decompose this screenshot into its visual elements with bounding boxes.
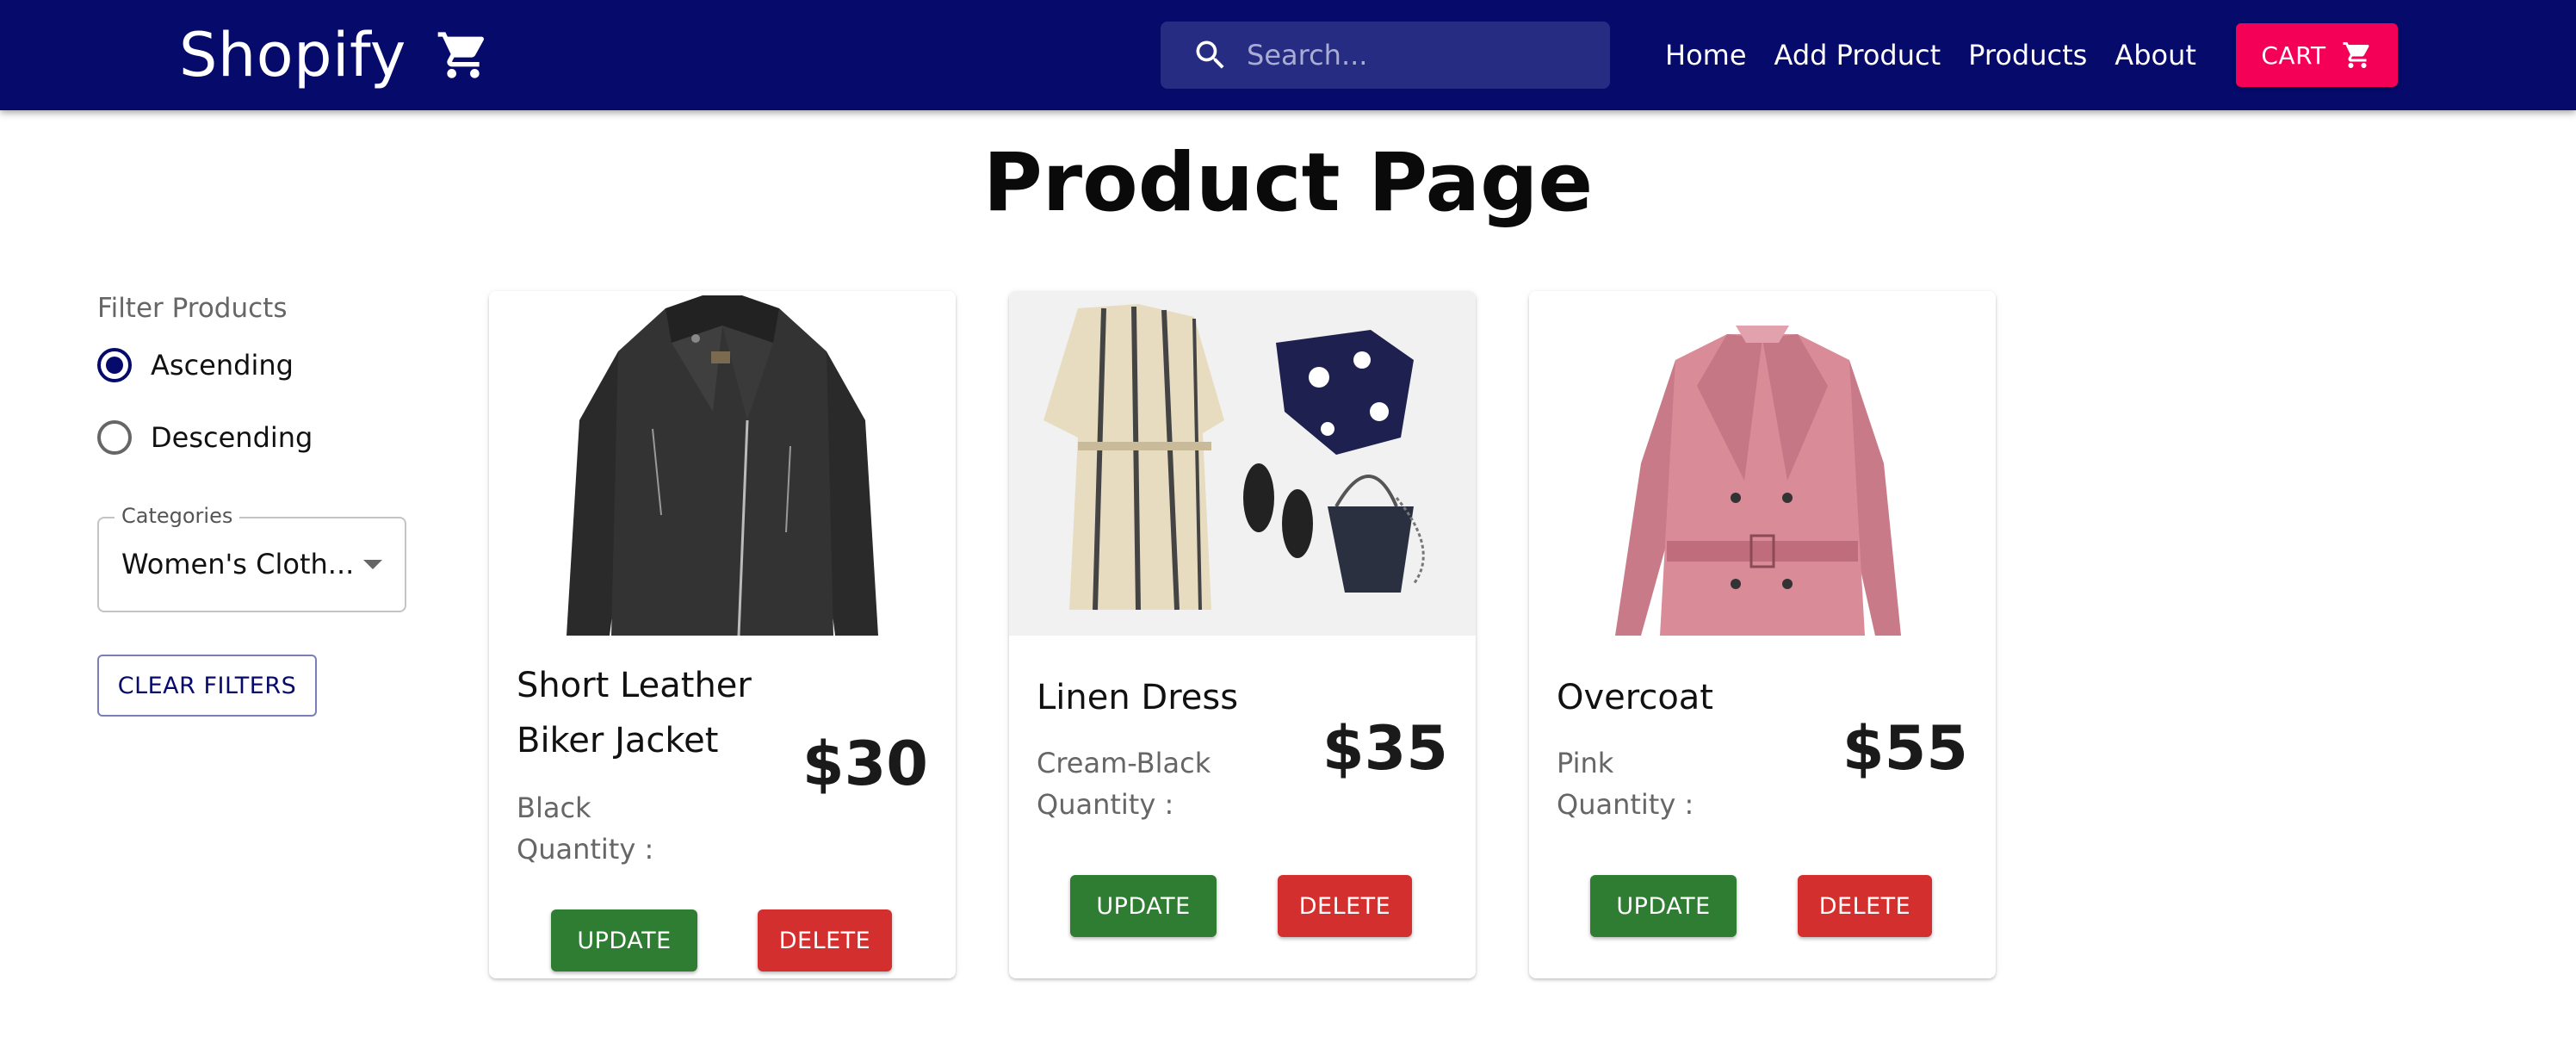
product-quantity-label: Quantity :	[1557, 788, 1694, 821]
brand-title[interactable]: Shopify	[179, 20, 406, 90]
radio-unchecked-icon[interactable]	[97, 420, 132, 455]
product-card: Linen Dress Cream-Black Quantity : $35 U…	[1009, 291, 1476, 978]
product-color: Black	[517, 791, 591, 824]
search-bar[interactable]	[1161, 22, 1610, 89]
radio-checked-icon[interactable]	[97, 348, 132, 382]
update-button[interactable]: UPDATE	[1590, 875, 1737, 937]
linen-dress-image	[1009, 291, 1476, 636]
update-button[interactable]: UPDATE	[1070, 875, 1217, 937]
nav-link-home[interactable]: Home	[1665, 39, 1747, 71]
product-card: Overcoat Pink Quantity : $55 UPDATE DELE…	[1529, 291, 1996, 978]
overcoat-image	[1529, 291, 1996, 636]
product-price: $35	[1322, 713, 1448, 784]
dropdown-arrow-icon[interactable]	[363, 560, 382, 569]
categories-label: Categories	[115, 504, 240, 528]
product-name: Overcoat	[1557, 678, 1713, 717]
radio-ascending-label: Ascending	[151, 349, 294, 382]
product-price: $30	[802, 729, 928, 799]
leather-jacket-image	[489, 291, 956, 636]
categories-select[interactable]: Categories Women's Cloth...	[97, 504, 406, 612]
shopping-cart-icon	[436, 28, 491, 83]
product-color: Cream-Black	[1037, 747, 1211, 779]
cart-button-label: CART	[2261, 40, 2326, 70]
filter-heading: Filter Products	[97, 293, 288, 324]
main-nav: Home Add Product Products About	[1665, 29, 2224, 81]
product-color: Pink	[1557, 747, 1614, 779]
cart-icon	[2343, 42, 2369, 68]
update-button[interactable]: UPDATE	[551, 909, 697, 971]
product-name: Linen Dress	[1037, 678, 1239, 717]
delete-button[interactable]: DELETE	[1278, 875, 1412, 937]
product-name: Short Leather Biker Jacket	[517, 666, 752, 760]
clear-filters-button[interactable]: CLEAR FILTERS	[97, 655, 317, 717]
radio-descending[interactable]: Descending	[97, 420, 313, 455]
nav-link-about[interactable]: About	[2115, 39, 2196, 71]
radio-ascending[interactable]: Ascending	[97, 348, 294, 382]
delete-button[interactable]: DELETE	[1798, 875, 1932, 937]
categories-value[interactable]: Women's Cloth...	[121, 548, 354, 580]
cart-button[interactable]: CART	[2236, 23, 2398, 87]
nav-link-add-product[interactable]: Add Product	[1774, 39, 1941, 71]
product-quantity-label: Quantity :	[1037, 788, 1174, 821]
delete-button[interactable]: DELETE	[758, 909, 892, 971]
product-card: Short Leather Biker Jacket Black Quantit…	[489, 291, 956, 978]
search-input[interactable]	[1247, 29, 1608, 81]
radio-descending-label: Descending	[151, 421, 313, 454]
brand[interactable]: Shopify	[179, 19, 491, 91]
app-bar: Shopify Home Add Product Products About …	[0, 0, 2576, 110]
nav-link-products[interactable]: Products	[1968, 39, 2087, 71]
search-icon	[1196, 40, 1224, 69]
page-title: Product Page	[982, 136, 1594, 230]
product-price: $55	[1842, 713, 1968, 784]
product-quantity-label: Quantity :	[517, 833, 654, 866]
